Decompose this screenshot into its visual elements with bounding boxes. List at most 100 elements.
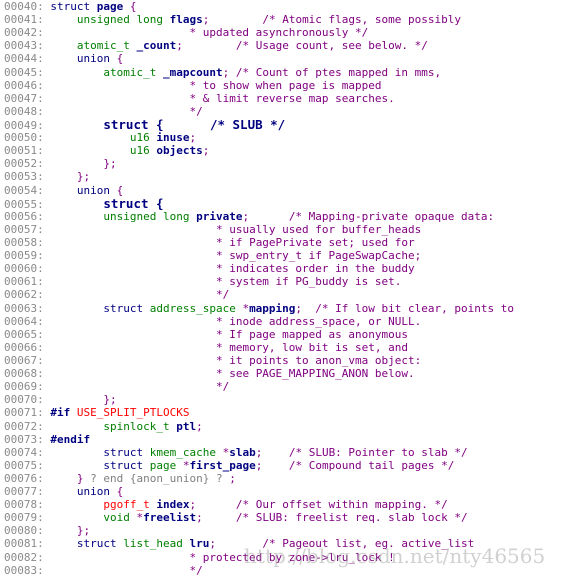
code-line: 00067: * it points to anon_vma object: xyxy=(4,354,514,367)
comment: */ xyxy=(215,380,230,394)
comment: * indicates order in the buddy xyxy=(215,262,415,276)
punctuation: ; xyxy=(196,419,203,433)
punctuation: { xyxy=(123,0,137,13)
line-number: 00064: xyxy=(4,314,44,328)
punctuation: ; xyxy=(229,471,236,485)
punctuation: } xyxy=(76,471,84,485)
identifier: _count xyxy=(136,39,177,53)
code-line: 00062: */ xyxy=(4,288,514,301)
type-name: u16 xyxy=(129,131,157,145)
identifier: lru xyxy=(189,537,210,551)
comment: /* Our offset within mapping. */ xyxy=(235,498,448,512)
punctuation: ; xyxy=(209,537,216,551)
line-number: 00067: xyxy=(4,353,44,367)
line-number: 00063: xyxy=(4,301,44,315)
preprocessor-directive: #if xyxy=(50,406,77,420)
line-number: 00053: xyxy=(4,170,44,184)
comment: /* Mapping-private opaque data: xyxy=(288,209,495,223)
comment: * it points to anon_vma object: xyxy=(215,353,422,367)
type-name: address_space xyxy=(149,301,243,315)
line-number: 00082: xyxy=(4,550,44,564)
line-number: 00040: xyxy=(4,0,44,13)
preprocessor-directive: #endif xyxy=(50,432,91,446)
comment: /* Compound tail pages */ xyxy=(288,458,455,472)
line-number: 00045: xyxy=(4,65,44,79)
line-number: 00058: xyxy=(4,235,44,249)
keyword: struct xyxy=(76,537,124,551)
punctuation: { xyxy=(110,52,124,66)
comment: * usually used for buffer_heads xyxy=(215,222,422,236)
code-line: 00059: * swp_entry_t if PageSwapCache; xyxy=(4,249,514,262)
code-line: 00080: }; xyxy=(4,524,514,537)
identifier: first_page xyxy=(189,458,256,472)
line-number: 00073: xyxy=(4,432,44,446)
line-number: 00048: xyxy=(4,104,44,118)
line-number: 00059: xyxy=(4,249,44,263)
punctuation: { xyxy=(110,485,124,499)
code-line: 00040: struct page { xyxy=(4,0,514,13)
code-line: 00075: struct page *first_page; /* Compo… xyxy=(4,459,514,472)
line-number: 00078: xyxy=(4,498,44,512)
comment: * If page mapped as anonymous xyxy=(215,327,409,341)
code-line: 00077: union { xyxy=(4,485,514,498)
line-number: 00043: xyxy=(4,39,44,53)
code-line: 00053: }; xyxy=(4,170,514,183)
comment: * see PAGE_MAPPING_ANON below. xyxy=(215,367,415,381)
comment: /* SLUB: Pointer to slab */ xyxy=(288,445,468,459)
punctuation: ; xyxy=(222,65,236,79)
type-name: page xyxy=(149,458,183,472)
identifier: index xyxy=(156,498,190,512)
watermark: http://blog.csdn.net/nty46565 xyxy=(244,544,546,568)
line-number: 00077: xyxy=(4,485,44,499)
identifier: _mapcount xyxy=(162,65,223,79)
punctuation: }; xyxy=(103,393,117,407)
punctuation: ; xyxy=(196,511,203,525)
code-line: 00044: union { xyxy=(4,52,514,65)
code-line: 00076: } ? end {anon_union} ? ; xyxy=(4,472,514,485)
keyword: union xyxy=(76,485,110,499)
code-line: 00063: struct address_space *mapping; /*… xyxy=(4,302,514,315)
type-name: void xyxy=(103,511,137,525)
line-number: 00079: xyxy=(4,511,44,525)
comment: /* If low bit clear, points to xyxy=(315,301,514,315)
code-line: 00046: * to show when page is mapped xyxy=(4,79,514,92)
code-line: 00054: union { xyxy=(4,184,514,197)
macro: USE_SPLIT_PTLOCKS xyxy=(76,406,190,420)
comment: * swp_entry_t if PageSwapCache; xyxy=(215,249,422,263)
code-line: 00060: * indicates order in the buddy xyxy=(4,262,514,275)
identifier: private xyxy=(196,209,243,223)
line-number: 00044: xyxy=(4,52,44,66)
type-name: spinlock_t xyxy=(103,419,177,433)
line-number: 00070: xyxy=(4,393,44,407)
line-number: 00050: xyxy=(4,131,44,145)
comment: * system if PG_buddy is set. xyxy=(215,275,402,289)
line-number: 00071: xyxy=(4,406,44,420)
identifier: flags xyxy=(169,13,203,27)
line-number: 00055: xyxy=(4,197,44,211)
keyword-bold: struct { xyxy=(103,116,164,132)
identifier: ptl xyxy=(176,419,197,433)
line-number: 00080: xyxy=(4,524,44,538)
code-line: 00072: spinlock_t ptl; xyxy=(4,420,514,433)
comment: /* Usage count, see below. */ xyxy=(235,39,428,53)
line-number: 00066: xyxy=(4,340,44,354)
